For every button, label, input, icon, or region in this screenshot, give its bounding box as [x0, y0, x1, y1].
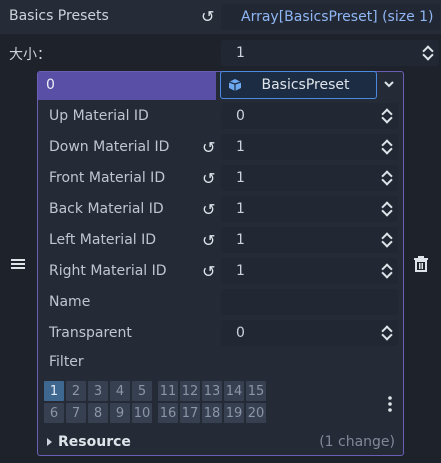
size-spinbox[interactable]: 1: [221, 40, 439, 66]
filter-cell-14[interactable]: 14: [224, 381, 244, 401]
spinbox-value: 0: [236, 325, 245, 341]
resource-section-label: Resource: [58, 434, 131, 450]
filter-cell-15[interactable]: 15: [246, 381, 266, 401]
chevron-down-icon[interactable]: [383, 78, 395, 94]
left-material-label: Left Material ID: [49, 232, 157, 248]
spin-arrows-icon[interactable]: [382, 139, 392, 155]
drag-handle-icon[interactable]: [11, 258, 25, 274]
spin-arrows-icon[interactable]: [382, 108, 392, 124]
transparent-spinbox[interactable]: 0: [221, 320, 398, 346]
size-value: 1: [236, 45, 245, 61]
name-field[interactable]: [221, 289, 398, 315]
array-dropdown[interactable]: Array[BasicsPreset] (size 1): [221, 4, 440, 30]
filter-cell-6[interactable]: 6: [44, 403, 64, 423]
left-material-spinbox[interactable]: 1: [221, 227, 398, 253]
revert-icon[interactable]: ↺: [202, 171, 215, 187]
filter-cell-9[interactable]: 9: [110, 403, 130, 423]
resource-section[interactable]: Resource (1 change): [39, 430, 403, 454]
filter-cell-8[interactable]: 8: [88, 403, 108, 423]
chevron-right-icon: [47, 438, 52, 446]
size-label: 大小：: [9, 47, 51, 63]
spin-arrows-icon[interactable]: [382, 170, 392, 186]
revert-icon[interactable]: ↺: [202, 202, 215, 218]
spin-arrows-icon[interactable]: [423, 45, 433, 61]
spinbox-value: 1: [236, 170, 245, 186]
revert-icon[interactable]: ↺: [202, 233, 215, 249]
spin-arrows-icon[interactable]: [382, 232, 392, 248]
kebab-menu-icon[interactable]: [387, 396, 393, 416]
trash-icon[interactable]: [414, 256, 428, 276]
right-material-label: Right Material ID: [49, 263, 167, 279]
change-count: (1 change): [319, 434, 395, 450]
filter-cell-12[interactable]: 12: [180, 381, 200, 401]
resource-section-header[interactable]: Resource: [47, 434, 131, 450]
filter-cell-18[interactable]: 18: [202, 403, 222, 423]
filter-cell-20[interactable]: 20: [246, 403, 266, 423]
name-label: Name: [49, 294, 91, 310]
front-material-spinbox[interactable]: 1: [221, 165, 398, 191]
filter-cell-3[interactable]: 3: [88, 381, 108, 401]
filter-cell-7[interactable]: 7: [66, 403, 86, 423]
spinbox-value: 0: [236, 108, 245, 124]
spinbox-value: 1: [236, 263, 245, 279]
spinbox-value: 1: [236, 232, 245, 248]
filter-cell-11[interactable]: 11: [158, 381, 178, 401]
up-material-spinbox[interactable]: 0: [221, 103, 398, 129]
filter-cell-4[interactable]: 4: [110, 381, 130, 401]
down-material-label: Down Material ID: [49, 139, 170, 155]
filter-cell-17[interactable]: 17: [180, 403, 200, 423]
element-index-bar[interactable]: [38, 72, 216, 100]
transparent-label: Transparent: [49, 325, 132, 341]
filter-cell-10[interactable]: 10: [132, 403, 152, 423]
filter-cell-16[interactable]: 16: [158, 403, 178, 423]
spin-arrows-icon[interactable]: [382, 263, 392, 279]
up-material-label: Up Material ID: [49, 108, 149, 124]
front-material-label: Front Material ID: [49, 170, 166, 186]
filter-cell-1[interactable]: 1: [44, 381, 64, 401]
revert-icon[interactable]: ↺: [202, 264, 215, 280]
spinbox-value: 1: [236, 139, 245, 155]
revert-icon[interactable]: ↺: [201, 9, 214, 25]
filter-cell-13[interactable]: 13: [202, 381, 222, 401]
filter-cell-2[interactable]: 2: [66, 381, 86, 401]
filter-label: Filter: [49, 354, 84, 370]
property-label: Basics Presets: [9, 8, 109, 24]
back-material-spinbox[interactable]: 1: [221, 196, 398, 222]
spin-arrows-icon[interactable]: [382, 325, 392, 341]
down-material-spinbox[interactable]: 1: [221, 134, 398, 160]
revert-icon[interactable]: ↺: [202, 140, 215, 156]
filter-cell-5[interactable]: 5: [132, 381, 152, 401]
resource-type-button[interactable]: BasicsPreset: [220, 71, 377, 99]
filter-cell-19[interactable]: 19: [224, 403, 244, 423]
filter-grid: 1 2 3 4 5 11 12 13 14 15 6 7 8 9 10 16 17 18 19 20: [44, 381, 268, 425]
spinbox-value: 1: [236, 201, 245, 217]
back-material-label: Back Material ID: [49, 201, 164, 217]
resource-type-label: BasicsPreset: [261, 77, 350, 93]
spin-arrows-icon[interactable]: [382, 201, 392, 217]
right-material-spinbox[interactable]: 1: [221, 258, 398, 284]
cube-icon: [229, 79, 241, 91]
element-index: 0: [46, 77, 55, 93]
